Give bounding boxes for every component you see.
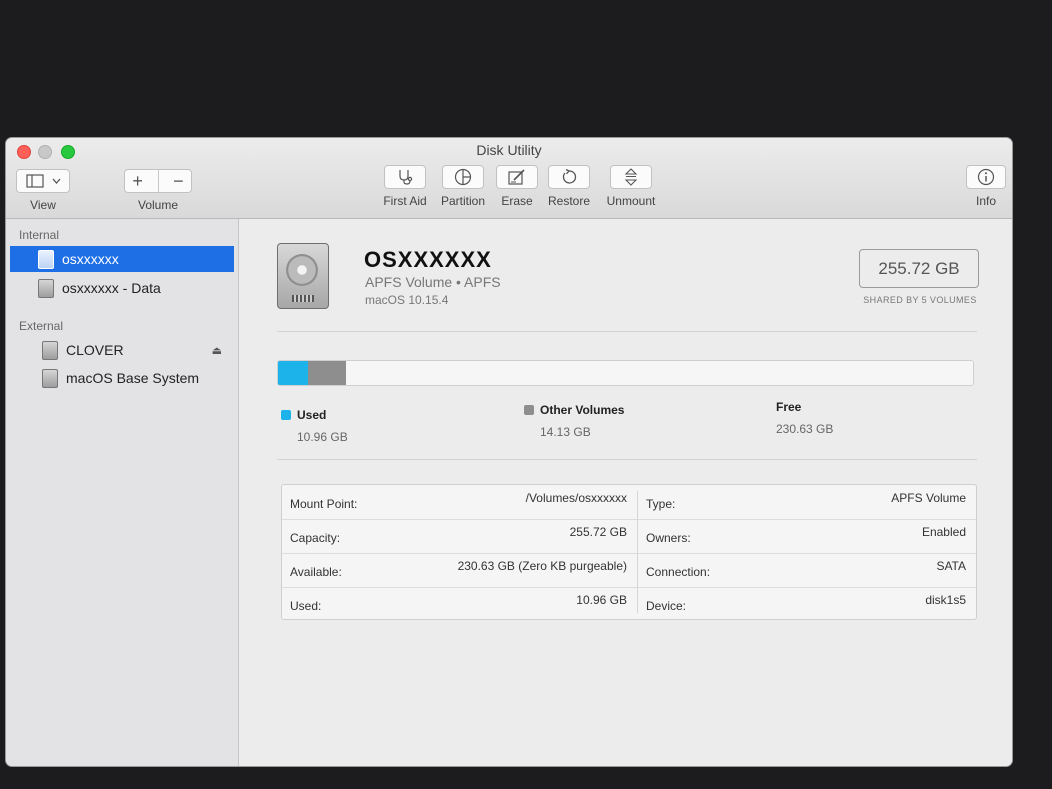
chevron-down-icon bbox=[52, 178, 60, 184]
sidebar-item-macos-base-system[interactable]: macOS Base System bbox=[10, 365, 234, 391]
volume-icon bbox=[38, 278, 54, 298]
restore-arrow-icon bbox=[562, 169, 577, 184]
first-aid-button[interactable] bbox=[384, 165, 426, 189]
device-label: Device: bbox=[646, 599, 687, 613]
used-swatch bbox=[281, 410, 291, 420]
sidebar-item-label: osxxxxxx bbox=[62, 251, 119, 267]
stethoscope-icon bbox=[399, 170, 413, 185]
owners-label: Owners: bbox=[646, 531, 691, 545]
remove-volume-button[interactable]: − bbox=[173, 171, 184, 192]
divider bbox=[277, 331, 977, 332]
external-drive-icon bbox=[42, 368, 58, 388]
unmount-label: Unmount bbox=[606, 194, 656, 208]
connector bbox=[292, 295, 314, 302]
owners-value: Enabled bbox=[921, 525, 966, 539]
hard-disk-icon bbox=[277, 243, 329, 309]
sidebar: Internal osxxxxxx osxxxxxx - Data Extern… bbox=[6, 219, 239, 766]
restore-button[interactable] bbox=[548, 165, 590, 189]
free-legend-label: Free bbox=[776, 400, 802, 414]
sidebar-item-label: macOS Base System bbox=[66, 370, 200, 386]
unmount-button[interactable] bbox=[610, 165, 652, 189]
sidebar-item-label: CLOVER bbox=[66, 342, 124, 358]
details-row: Owners: Enabled bbox=[638, 519, 976, 554]
details-row: Connection: SATA bbox=[638, 553, 976, 588]
sidebar-item-osxxxxxx-data[interactable]: osxxxxxx - Data bbox=[10, 275, 234, 301]
used-value: 10.96 GB bbox=[576, 593, 627, 607]
other-volumes-swatch bbox=[524, 405, 534, 415]
usage-bar-other-volumes bbox=[307, 361, 347, 385]
available-value: 230.63 GB (Zero KB purgeable) bbox=[457, 559, 627, 573]
partition-pie-icon bbox=[454, 168, 472, 186]
eject-icon[interactable]: ⏏ bbox=[212, 344, 222, 357]
details-table: Mount Point: /Volumes/osxxxxxx Capacity:… bbox=[281, 484, 977, 620]
other-volumes-legend-value: 14.13 GB bbox=[540, 425, 591, 439]
unmount-icon bbox=[624, 168, 638, 186]
sidebar-item-osxxxxxx[interactable]: osxxxxxx bbox=[10, 246, 234, 272]
details-left-column: Mount Point: /Volumes/osxxxxxx Capacity:… bbox=[282, 485, 637, 619]
sidebar-header-internal: Internal bbox=[19, 228, 60, 242]
capacity-shared-note: SHARED BY 5 VOLUMES bbox=[863, 295, 977, 305]
external-drive-icon bbox=[42, 340, 58, 360]
type-label: Type: bbox=[646, 497, 676, 511]
toolbar: Disk Utility View + − Volume First Aid P… bbox=[6, 138, 1012, 219]
info-label: Info bbox=[975, 194, 996, 208]
volume-icon bbox=[38, 249, 54, 269]
used-legend-label: Used bbox=[297, 408, 327, 422]
info-button[interactable] bbox=[966, 165, 1006, 189]
restore-label: Restore bbox=[547, 194, 591, 208]
device-value: disk1s5 bbox=[925, 593, 966, 607]
connection-label: Connection: bbox=[646, 565, 711, 579]
first-aid-label: First Aid bbox=[383, 194, 427, 208]
info-icon bbox=[977, 168, 995, 186]
divider bbox=[277, 459, 977, 460]
add-volume-button[interactable]: + bbox=[132, 171, 143, 192]
type-value: APFS Volume bbox=[891, 491, 966, 505]
main-panel: OSXXXXXX APFS Volume • APFS macOS 10.15.… bbox=[239, 219, 1012, 766]
view-label: View bbox=[30, 198, 56, 212]
disk-utility-window: Disk Utility View + − Volume First Aid P… bbox=[6, 138, 1012, 766]
free-legend-value: 230.63 GB bbox=[776, 422, 834, 436]
capacity-value: 255.72 GB bbox=[569, 525, 627, 539]
segment-divider bbox=[157, 170, 159, 192]
connection-value: SATA bbox=[936, 559, 966, 573]
details-right-column: Type: APFS Volume Owners: Enabled Connec… bbox=[638, 485, 976, 619]
available-label: Available: bbox=[290, 565, 342, 579]
erase-pencil-icon bbox=[508, 169, 525, 185]
mount-point-value: /Volumes/osxxxxxx bbox=[525, 491, 627, 505]
partition-label: Partition bbox=[440, 194, 486, 208]
volume-label: Volume bbox=[137, 198, 179, 212]
details-row: Used: 10.96 GB bbox=[282, 587, 637, 621]
usage-bar-free bbox=[346, 361, 973, 385]
details-row: Device: disk1s5 bbox=[638, 587, 976, 621]
volume-segmented-control: + − bbox=[124, 169, 192, 193]
used-label: Used: bbox=[290, 599, 322, 613]
usage-bar bbox=[277, 360, 974, 386]
other-volumes-legend-label: Other Volumes bbox=[540, 403, 625, 417]
details-row: Type: APFS Volume bbox=[638, 485, 976, 520]
capacity-label: Capacity: bbox=[290, 531, 341, 545]
usage-bar-used bbox=[278, 361, 308, 385]
used-legend-value: 10.96 GB bbox=[297, 430, 348, 444]
sidebar-item-clover[interactable]: CLOVER ⏏ bbox=[10, 337, 234, 363]
partition-button[interactable] bbox=[442, 165, 484, 189]
capacity-box: 255.72 GB bbox=[859, 249, 979, 288]
platter bbox=[286, 254, 318, 286]
details-row: Available: 230.63 GB (Zero KB purgeable) bbox=[282, 553, 637, 588]
volume-type: APFS Volume • APFS bbox=[365, 274, 501, 290]
erase-button[interactable] bbox=[496, 165, 538, 189]
view-button[interactable] bbox=[16, 169, 70, 193]
volume-name: OSXXXXXX bbox=[364, 247, 492, 272]
sidebar-item-label: osxxxxxx - Data bbox=[62, 280, 161, 296]
mount-point-label: Mount Point: bbox=[290, 497, 358, 511]
sidebar-toggle-icon bbox=[25, 174, 44, 188]
details-row: Mount Point: /Volumes/osxxxxxx bbox=[282, 485, 637, 520]
details-row: Capacity: 255.72 GB bbox=[282, 519, 637, 554]
window-title: Disk Utility bbox=[476, 142, 542, 158]
sidebar-header-external: External bbox=[19, 319, 64, 333]
volume-os-version: macOS 10.15.4 bbox=[365, 293, 449, 307]
